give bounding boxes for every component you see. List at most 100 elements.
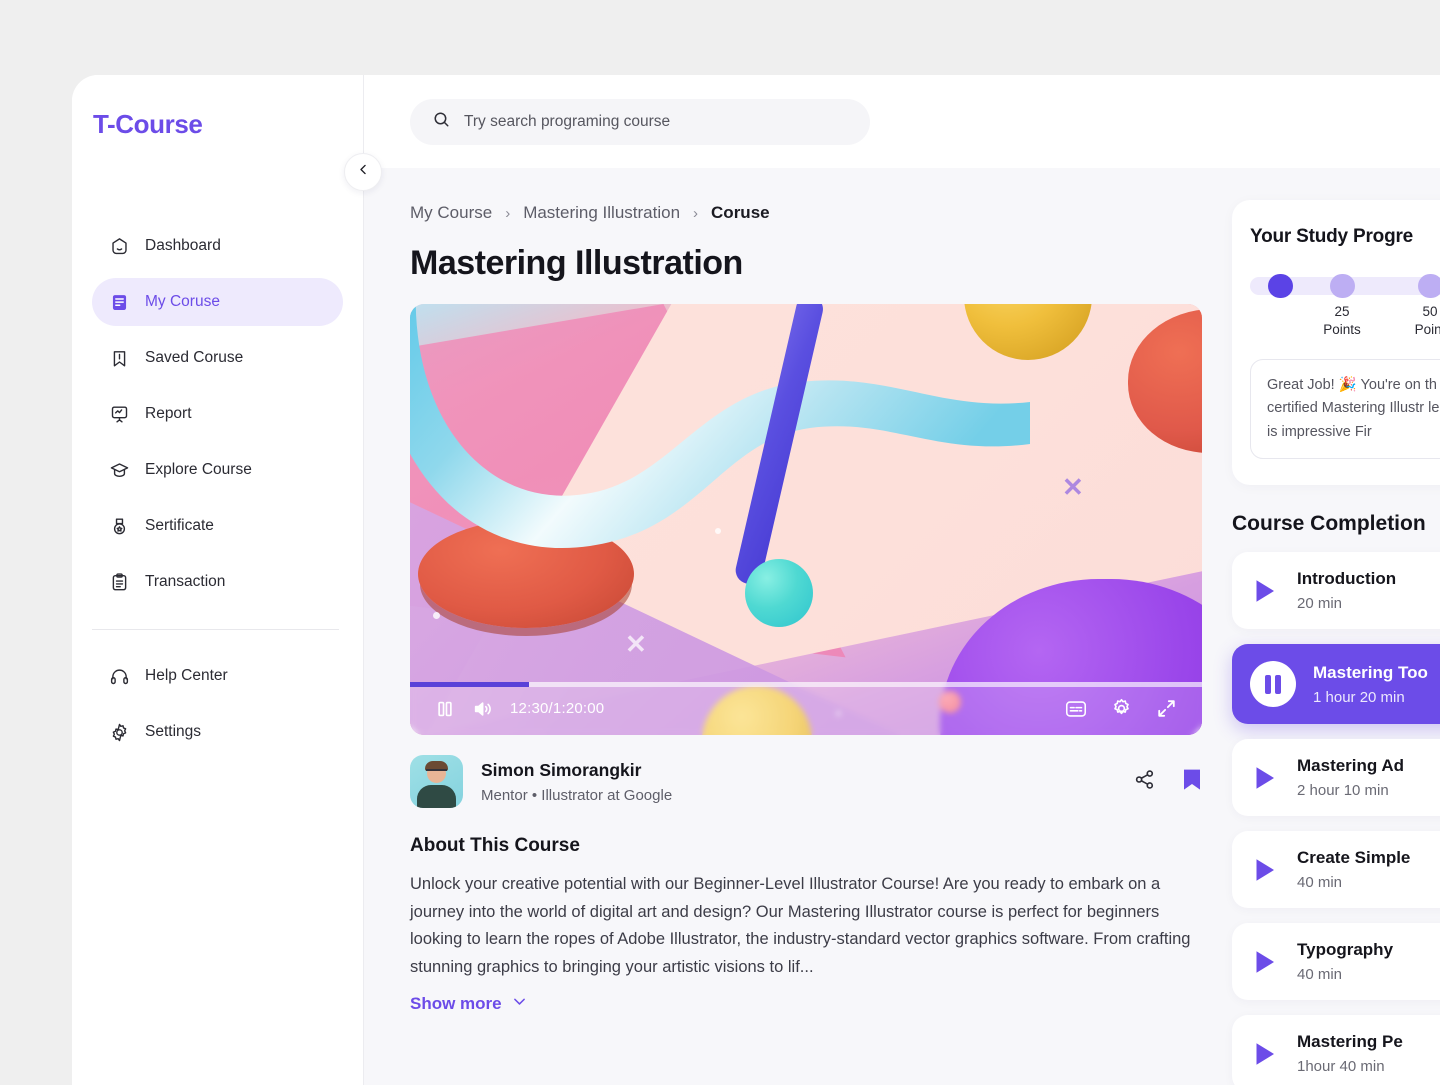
show-more-button[interactable]: Show more [410, 993, 528, 1015]
study-progress-dot-50[interactable] [1418, 274, 1440, 298]
study-progress-title: Your Study Progre [1250, 226, 1440, 248]
sidebar-item-saved-course[interactable]: Saved Coruse [92, 334, 343, 382]
lesson-list: Introduction20 min Mastering Too1 hour 20… [1232, 552, 1440, 1085]
video-artwork-cross: ✕ [625, 631, 647, 657]
sidebar-item-help-center[interactable]: Help Center [92, 652, 343, 700]
lesson-duration: 40 min [1297, 966, 1393, 983]
page-title: Mastering Illustration [410, 244, 1194, 283]
about-heading: About This Course [410, 835, 1194, 857]
sidebar-item-explore-course[interactable]: Explore Course [92, 446, 343, 494]
sidebar-item-settings[interactable]: Settings [92, 708, 343, 756]
lesson-item[interactable]: Create Simple40 min [1232, 831, 1440, 908]
main-area: My Course › Mastering Illustration › Cor… [364, 75, 1440, 1085]
lesson-duration: 40 min [1297, 874, 1410, 891]
sidebar-item-label: Settings [145, 723, 201, 741]
study-progress-labels: 25 Points 50 Point [1250, 303, 1440, 343]
bookmark-icon [109, 348, 130, 369]
study-progress-label-50: 50 Point [1400, 303, 1440, 339]
mentor-actions [1133, 767, 1202, 797]
presentation-chart-icon [109, 404, 130, 425]
certificate-medal-icon [109, 516, 130, 537]
video-controls-right [1064, 697, 1178, 720]
lesson-item[interactable]: Typography 40 min [1232, 923, 1440, 1000]
share-button[interactable] [1133, 768, 1156, 796]
home-icon [109, 236, 130, 257]
study-progress-note: Great Job! 🎉 You're on th certified Mast… [1250, 359, 1440, 459]
study-progress-dot-25[interactable] [1330, 274, 1355, 298]
pause-icon[interactable] [1250, 661, 1296, 707]
sidebar-item-label: My Coruse [145, 293, 220, 311]
mentor-info: Simon Simorangkir Mentor • Illustrator a… [481, 760, 672, 804]
breadcrumb-item-mastering-illustration[interactable]: Mastering Illustration [523, 203, 680, 223]
points-unit: Point [1400, 321, 1440, 339]
lesson-text: Create Simple40 min [1297, 848, 1410, 891]
graduation-cap-icon [109, 460, 130, 481]
sidebar-divider [92, 629, 339, 630]
app-window: T-Course Dashboard My C [72, 75, 1440, 1085]
sidebar-item-my-course[interactable]: My Coruse [92, 278, 343, 326]
lesson-item[interactable]: Mastering Pe 1hour 40 min [1232, 1015, 1440, 1085]
sidebar-item-label: Sertificate [145, 517, 214, 535]
sidebar: T-Course Dashboard My C [72, 75, 364, 1085]
points-unit: Points [1312, 321, 1372, 339]
play-icon[interactable] [1250, 763, 1280, 793]
book-icon [109, 292, 130, 313]
volume-button[interactable] [472, 698, 494, 720]
lesson-text: Mastering Ad2 hour 10 min [1297, 756, 1404, 799]
topbar [364, 75, 1440, 168]
bookmark-button[interactable] [1182, 767, 1202, 797]
course-video-player[interactable]: ✕ ✕ [410, 304, 1202, 735]
play-icon[interactable] [1250, 1039, 1280, 1069]
lesson-text: Mastering Pe 1hour 40 min [1297, 1032, 1403, 1075]
lesson-title: Introduction [1297, 569, 1396, 589]
chevron-down-icon [511, 993, 528, 1015]
lesson-title: Mastering Pe [1297, 1032, 1403, 1052]
fullscreen-button[interactable] [1155, 697, 1178, 720]
lesson-item[interactable]: Introduction20 min [1232, 552, 1440, 629]
lesson-item[interactable]: Mastering Too1 hour 20 min [1232, 644, 1440, 724]
sidebar-nav-primary: Dashboard My Coruse Sa [72, 222, 363, 606]
sidebar-item-dashboard[interactable]: Dashboard [92, 222, 343, 270]
video-progress-fill [410, 682, 529, 687]
sidebar-item-label: Transaction [145, 573, 225, 591]
about-text: Unlock your creative potential with our … [410, 871, 1202, 981]
video-controls-bar[interactable]: 12:30/1:20:00 [410, 682, 1202, 735]
video-settings-button[interactable] [1110, 697, 1133, 720]
pause-button[interactable] [434, 698, 456, 720]
brand-logo: T-Course [72, 75, 363, 140]
breadcrumb-item-my-course[interactable]: My Course [410, 203, 492, 223]
study-progress-dot-current[interactable] [1268, 274, 1293, 298]
mentor-row: Simon Simorangkir Mentor • Illustrator a… [410, 755, 1202, 808]
lesson-item[interactable]: Mastering Ad2 hour 10 min [1232, 739, 1440, 816]
mentor-role: Mentor • Illustrator at Google [481, 787, 672, 804]
study-progress-card: Your Study Progre 25 Points 50 [1232, 200, 1440, 485]
chevron-left-icon [356, 162, 371, 182]
search-input[interactable] [464, 113, 848, 131]
video-artwork-wave [410, 304, 1030, 594]
play-icon[interactable] [1250, 576, 1280, 606]
sidebar-collapse-button[interactable] [344, 153, 382, 191]
video-progress-track[interactable] [410, 682, 1202, 687]
captions-button[interactable] [1064, 698, 1088, 720]
video-artwork-speck [433, 612, 440, 619]
lesson-title: Typography [1297, 940, 1393, 960]
show-more-label: Show more [410, 994, 502, 1014]
sidebar-item-report[interactable]: Report [92, 390, 343, 438]
sidebar-item-certificate[interactable]: Sertificate [92, 502, 343, 550]
chevron-right-icon: › [693, 205, 698, 222]
sidebar-item-label: Dashboard [145, 237, 221, 255]
search-bar[interactable] [410, 99, 870, 145]
lesson-duration: 1hour 40 min [1297, 1058, 1403, 1075]
lesson-text: Typography 40 min [1297, 940, 1393, 983]
search-icon [432, 110, 451, 134]
chevron-right-icon: › [505, 205, 510, 222]
play-icon[interactable] [1250, 947, 1280, 977]
lesson-text: Mastering Too1 hour 20 min [1313, 663, 1428, 706]
study-progress-label-25: 25 Points [1312, 303, 1372, 339]
play-icon[interactable] [1250, 855, 1280, 885]
right-rail: Your Study Progre 25 Points 50 [1232, 168, 1440, 1085]
course-completion-heading: Course Completion [1232, 512, 1440, 536]
avatar [410, 755, 463, 808]
sidebar-item-transaction[interactable]: Transaction [92, 558, 343, 606]
lesson-text: Introduction20 min [1297, 569, 1396, 612]
